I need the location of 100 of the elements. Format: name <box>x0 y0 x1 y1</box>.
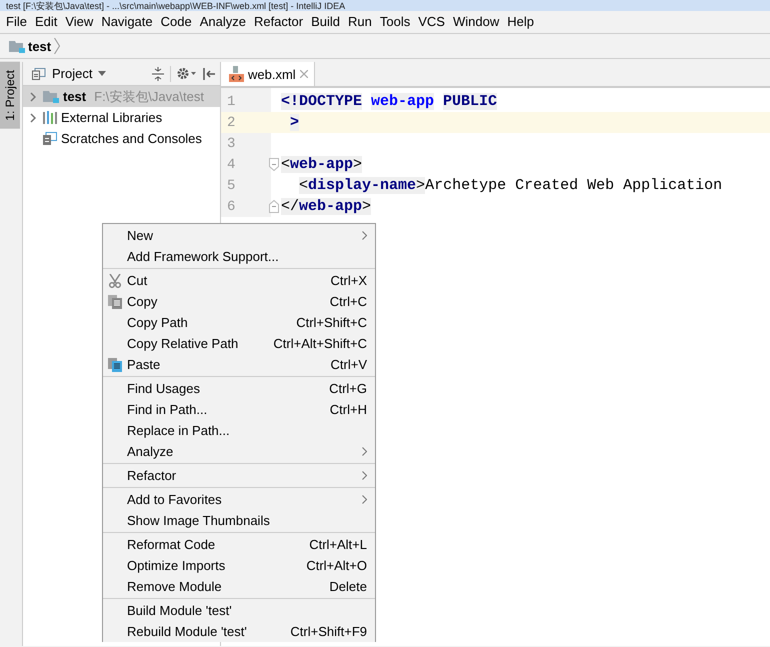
menu-item[interactable]: Tools <box>376 14 414 28</box>
tool-window-tab[interactable]: 1: Project <box>0 62 20 129</box>
menu-item[interactable]: Build <box>307 14 344 28</box>
paste-icon <box>108 358 122 372</box>
shortcut-label: Ctrl+C <box>330 294 367 309</box>
library-icon <box>43 111 57 124</box>
menu-item[interactable]: New <box>103 225 375 246</box>
shortcut-label: Ctrl+H <box>330 402 367 417</box>
menu-item[interactable]: Add to Favorites <box>103 489 375 510</box>
collapse-all-icon[interactable] <box>152 66 164 80</box>
shortcut-label: Ctrl+G <box>329 381 367 396</box>
code-token: > <box>416 177 426 194</box>
menu-item[interactable]: View <box>61 14 98 28</box>
menu-item[interactable]: Optimize Imports Ctrl+Alt+O <box>103 555 375 576</box>
shortcut-label: Ctrl+Shift+F9 <box>290 624 367 639</box>
menu-item[interactable]: Edit <box>30 14 62 28</box>
menu-item[interactable]: Find Usages Ctrl+G <box>103 378 375 399</box>
code-token: > <box>362 198 372 215</box>
menu-item[interactable]: Code <box>156 14 196 28</box>
menu-item[interactable]: VCS <box>414 14 449 28</box>
editor-tab[interactable]: web.xml <box>221 62 315 86</box>
menu-item[interactable]: Build Module 'test' <box>103 600 375 621</box>
menu-item[interactable]: Cut Ctrl+X <box>103 270 375 291</box>
menu-item[interactable]: Paste Ctrl+V <box>103 354 375 375</box>
menu-item[interactable]: Copy Relative Path Ctrl+Alt+Shift+C <box>103 333 375 354</box>
menu-item[interactable]: Window <box>448 14 504 28</box>
menu-item-label: Show Image Thumbnails <box>127 513 271 528</box>
folder-icon <box>43 90 59 103</box>
menu-item[interactable]: Navigate <box>97 14 157 28</box>
shortcut-label: Ctrl+X <box>330 273 367 288</box>
project-icon <box>32 68 46 80</box>
menu-item[interactable]: Reformat Code Ctrl+Alt+L <box>103 534 375 555</box>
tab-label: web.xml <box>248 66 296 82</box>
console-icon <box>43 132 57 145</box>
code-token: < <box>281 156 290 173</box>
chevron-icon <box>54 38 60 54</box>
menu-item-label: Remove Module <box>127 579 223 594</box>
menu-item[interactable]: Analyze <box>103 441 375 462</box>
menu-item[interactable]: Help <box>503 14 538 28</box>
code-token: display-name <box>308 177 416 194</box>
menu-item-label: Add Framework Support... <box>127 249 280 264</box>
breadcrumb-item[interactable]: test <box>9 38 60 54</box>
shortcut-label: Ctrl+Shift+C <box>296 315 367 330</box>
panel-title[interactable]: Project <box>52 66 92 81</box>
menu-item[interactable]: Show Image Thumbnails <box>103 510 375 531</box>
xml-file-icon <box>229 66 244 82</box>
tree-item[interactable]: Scratches and Consoles <box>23 128 220 149</box>
menu-item-label: Copy Relative Path <box>127 336 240 351</box>
menu-item-label: Analyze <box>127 444 174 459</box>
menu-item-label: Rebuild Module 'test' <box>127 624 248 639</box>
line-number: 3 <box>226 136 236 152</box>
menu-item[interactable]: Copy Path Ctrl+Shift+C <box>103 312 375 333</box>
code-token: < <box>299 177 308 194</box>
menu-item[interactable]: Analyze <box>196 14 250 28</box>
menu-item[interactable]: Replace in Path... <box>103 420 375 441</box>
line-number: 6 <box>226 198 236 214</box>
menu-item[interactable]: Run <box>344 14 376 28</box>
code-token: > <box>353 156 362 173</box>
shortcut-label: Ctrl+V <box>330 357 367 372</box>
fold-marker-icon[interactable] <box>269 200 279 213</box>
menu-item[interactable]: Refactor <box>250 14 308 28</box>
tree-item-label: Scratches and Consoles <box>61 131 202 146</box>
tree-item[interactable]: test F:\安装包\Java\test <box>23 86 220 107</box>
menu-item-label: Refactor <box>127 468 178 483</box>
menu-item-label: Reformat Code <box>127 537 216 552</box>
code-token: web-app <box>371 93 434 110</box>
menu-item-label: Replace in Path... <box>127 423 231 438</box>
code-token: web-app <box>290 156 354 173</box>
code-token: </ <box>281 198 300 215</box>
fold-marker-icon[interactable] <box>269 158 279 171</box>
code-token: <!DOCTYPE <box>281 93 362 110</box>
tree-item[interactable]: External Libraries <box>23 107 220 128</box>
menu-item[interactable]: File <box>2 14 31 28</box>
hide-panel-icon[interactable] <box>203 68 215 80</box>
menu-item[interactable]: Copy Ctrl+C <box>103 291 375 312</box>
menu-item-label: Copy Path <box>127 315 189 330</box>
code-token: PUBLIC <box>443 93 498 110</box>
menu-item-label: Paste <box>127 357 162 372</box>
code-token: > <box>290 114 300 131</box>
folder-icon <box>9 40 25 52</box>
menu-item[interactable]: Remove Module Delete <box>103 576 375 597</box>
dropdown-caret-icon[interactable] <box>98 71 106 76</box>
menu-item-label: Add to Favorites <box>127 492 223 507</box>
line-number: 4 <box>226 156 236 172</box>
line-number: 5 <box>226 178 236 194</box>
menu-item[interactable]: Find in Path... Ctrl+H <box>103 399 375 420</box>
path-label: F:\安装包\Java\test <box>94 88 204 106</box>
shortcut-label: Ctrl+Alt+Shift+C <box>273 336 367 351</box>
shortcut-label: Ctrl+Alt+O <box>306 558 367 573</box>
scissors-icon <box>108 274 122 288</box>
menu-item[interactable]: Add Framework Support... <box>103 246 375 267</box>
menu-item-label: New <box>127 228 154 243</box>
shortcut-label: Ctrl+Alt+L <box>309 537 367 552</box>
menu-item[interactable]: Refactor <box>103 465 375 486</box>
code-token: Archetype Created Web Application <box>425 177 722 194</box>
menu-item-label: Optimize Imports <box>127 558 226 573</box>
close-icon[interactable] <box>300 70 308 78</box>
tree-item-label: test <box>63 89 86 104</box>
settings-icon[interactable] <box>177 67 197 80</box>
menu-item[interactable]: Rebuild Module 'test' Ctrl+Shift+F9 <box>103 621 375 642</box>
